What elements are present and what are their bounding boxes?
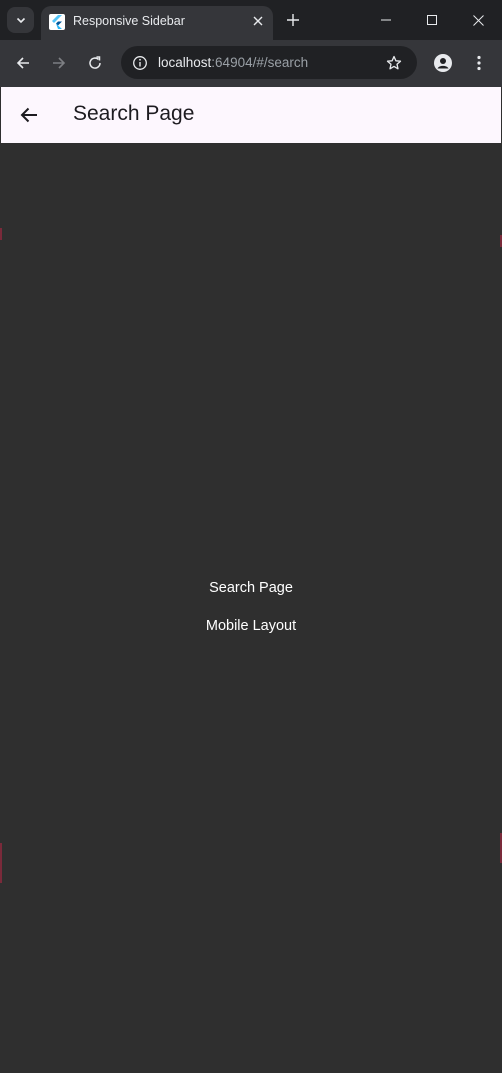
- plus-icon: [287, 14, 299, 26]
- profile-button[interactable]: [429, 49, 457, 77]
- back-button[interactable]: [9, 49, 37, 77]
- more-vertical-icon: [477, 55, 481, 71]
- close-tab-button[interactable]: [249, 12, 267, 30]
- edge-mark: [0, 843, 2, 883]
- reload-button[interactable]: [81, 49, 109, 77]
- browser-tab-strip: Responsive Sidebar: [0, 0, 502, 40]
- tab-search-button[interactable]: [7, 7, 34, 33]
- star-icon: [386, 55, 402, 70]
- browser-menu-button[interactable]: [465, 49, 493, 77]
- new-tab-button[interactable]: [282, 9, 304, 31]
- bookmark-button[interactable]: [383, 52, 405, 74]
- url-host: localhost: [158, 55, 212, 70]
- arrow-right-icon: [53, 57, 66, 69]
- site-info-button[interactable]: [129, 52, 151, 74]
- flutter-favicon-icon: [49, 14, 65, 30]
- maximize-button[interactable]: [409, 0, 455, 40]
- minimize-icon: [381, 19, 391, 21]
- arrow-left-icon: [16, 57, 29, 69]
- minimize-button[interactable]: [363, 0, 409, 40]
- close-icon: [472, 14, 484, 26]
- body-text-title: Search Page: [209, 580, 293, 596]
- page-body: Search Page Mobile Layout: [0, 143, 502, 1073]
- url-path: :64904/#/search: [211, 55, 309, 70]
- close-window-button[interactable]: [455, 0, 501, 40]
- address-bar[interactable]: localhost:64904/#/search: [121, 46, 417, 79]
- browser-tab-active[interactable]: Responsive Sidebar: [41, 6, 273, 40]
- forward-button[interactable]: [45, 49, 73, 77]
- page-title: Search Page: [73, 102, 195, 125]
- tab-title: Responsive Sidebar: [73, 14, 185, 28]
- app-back-button[interactable]: [17, 103, 41, 127]
- maximize-icon: [427, 15, 437, 25]
- app-bar: Search Page: [1, 87, 501, 143]
- arrow-back-icon: [20, 107, 37, 123]
- edge-mark: [0, 228, 2, 240]
- account-icon: [434, 54, 452, 72]
- browser-toolbar: localhost:64904/#/search: [0, 40, 502, 87]
- reload-icon: [89, 56, 101, 69]
- url-text: localhost:64904/#/search: [158, 55, 308, 70]
- close-icon: [253, 16, 263, 26]
- body-text-layout: Mobile Layout: [205, 618, 297, 634]
- info-icon: [133, 56, 147, 70]
- chevron-down-icon: [16, 17, 25, 24]
